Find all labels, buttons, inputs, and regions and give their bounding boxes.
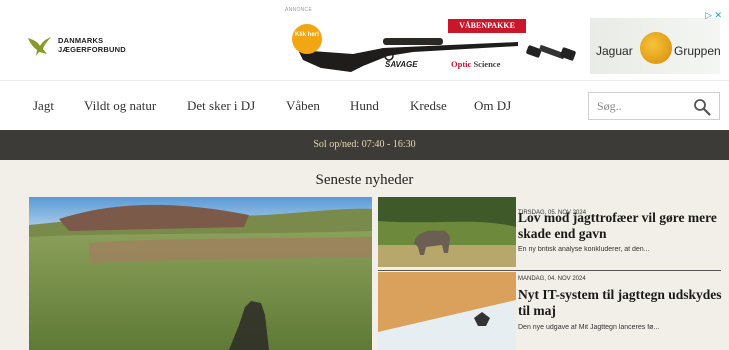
ad-banner-label: VÅBENPAKKE: [448, 19, 526, 33]
science-word: Science: [473, 59, 501, 69]
click-badge[interactable]: Klik her!: [292, 24, 322, 54]
jaguar-logo-icon: [640, 32, 672, 64]
article-date: MANDAG, 04. NOV 2024: [518, 276, 586, 282]
field-landscape-image: [29, 197, 372, 350]
sun-times-bar: Sol op/ned: 07:40 - 16:30: [0, 130, 729, 160]
nav-item-kredse[interactable]: Kredse: [410, 98, 447, 114]
news-heading: Seneste nyheder: [315, 172, 414, 188]
article-excerpt: En ny britisk analyse konkluderer, at de…: [518, 246, 650, 253]
main-nav: Jagt Vildt og natur Det sker i DJ Våben …: [0, 80, 729, 130]
optic-word: Optic: [451, 59, 472, 69]
article-excerpt: Den nye udgave af Mit Jagttegn lanceres …: [518, 324, 660, 331]
logo-line-2: JÆGERFORBUND: [58, 45, 126, 54]
article-image-jagttegn[interactable]: [378, 272, 516, 350]
article-title[interactable]: Nyt IT-system til jagttegn udskydes til …: [518, 287, 728, 319]
article-title[interactable]: Lov mod jagttrofæer vil gøre mere skade …: [518, 210, 728, 242]
search-icon[interactable]: [693, 98, 711, 116]
ad-close-icon[interactable]: ▷ ✕: [705, 10, 722, 21]
article-divider: [378, 270, 721, 271]
jaguar-text: Jaguar: [596, 44, 633, 58]
ad-label: ANNONCE: [285, 7, 313, 13]
jagttegn-document-image: [378, 272, 516, 350]
article-image-elephant[interactable]: [378, 197, 516, 267]
nav-item-jagt[interactable]: Jagt: [33, 98, 54, 114]
nav-item-om-dj[interactable]: Om DJ: [474, 98, 511, 114]
search-input[interactable]: [597, 98, 687, 114]
hero-article-image[interactable]: [29, 197, 372, 350]
scope-image: [526, 44, 576, 61]
savage-brand: SAVAGE: [385, 60, 418, 69]
bird-logo-icon: [28, 37, 51, 56]
logo-line-1: DANMARKS: [58, 36, 104, 45]
elephant-image: [378, 197, 516, 267]
sun-times-text: Sol op/ned: 07:40 - 16:30: [313, 139, 416, 150]
nav-item-det-sker-i-dj[interactable]: Det sker i DJ: [187, 98, 255, 114]
optic-science-brand: Optic Science: [451, 59, 500, 69]
nav-item-hund[interactable]: Hund: [350, 98, 379, 114]
search-box: [588, 92, 720, 120]
gruppen-text: Gruppen: [674, 44, 721, 58]
jaguar-gruppen-ad[interactable]: Jaguar Gruppen: [590, 18, 721, 74]
nav-item-vildt-og-natur[interactable]: Vildt og natur: [84, 98, 156, 114]
site-logo[interactable]: DANMARKS JÆGERFORBUND: [26, 32, 126, 58]
ad-banner[interactable]: ANNONCE Klik her! VÅBENPAKKE SAVAGE Opti…: [285, 7, 725, 76]
top-header: DANMARKS JÆGERFORBUND ANNONCE Klik her! …: [0, 0, 729, 80]
nav-item-vaaben[interactable]: Våben: [286, 98, 320, 114]
